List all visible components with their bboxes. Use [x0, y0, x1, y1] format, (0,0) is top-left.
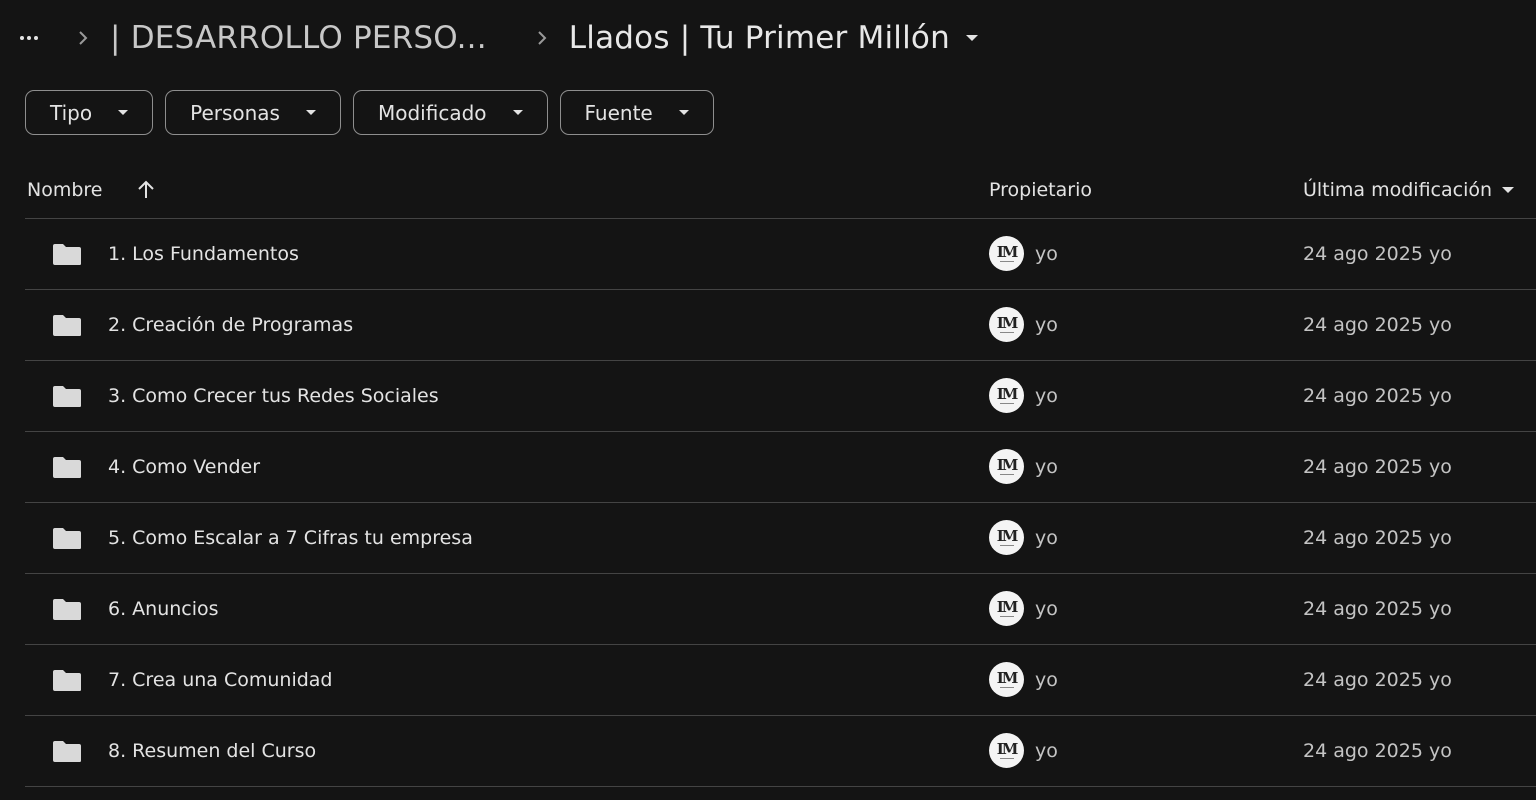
- breadcrumb-current-folder[interactable]: Llados | Tu Primer Millón: [569, 20, 978, 56]
- file-name: 2. Creación de Programas: [108, 314, 354, 336]
- folder-icon: [52, 314, 82, 341]
- filter-label: Tipo: [50, 100, 93, 125]
- modified-date: 24 ago 2025 yo: [1303, 314, 1452, 336]
- filter-label: Modificado: [377, 100, 487, 125]
- filter-tipo[interactable]: Tipo: [25, 90, 154, 135]
- owner-name: yo: [1035, 669, 1058, 691]
- table-row[interactable]: 2. Creación de Programas IM yo 24 ago 2025 …: [25, 290, 1536, 361]
- table-row[interactable]: 1. Los Fundamentos IM yo 24 ago 2025 yo: [25, 219, 1536, 290]
- column-header-name[interactable]: Nombre: [27, 162, 155, 218]
- caret-down-icon: [305, 110, 316, 115]
- breadcrumb-current-label: Llados | Tu Primer Millón: [568, 20, 950, 56]
- arrow-up-icon[interactable]: [137, 180, 155, 200]
- filter-bar: Tipo Personas Modificado Fuente: [25, 90, 714, 135]
- avatar: IM: [989, 307, 1024, 342]
- modified-date: 24 ago 2025 yo: [1303, 598, 1452, 620]
- caret-down-icon: [678, 110, 689, 115]
- file-name: 3. Como Crecer tus Redes Sociales: [108, 385, 439, 407]
- chevron-right-icon: [78, 30, 88, 46]
- file-name: 7. Crea una Comunidad: [108, 669, 333, 691]
- table-row[interactable]: 7. Crea una Comunidad IM yo 24 ago 2025 yo: [25, 645, 1536, 716]
- caret-down-icon: [1502, 187, 1515, 193]
- avatar: IM: [989, 378, 1024, 413]
- file-list: 1. Los Fundamentos IM yo 24 ago 2025 yo 2. C…: [25, 219, 1536, 787]
- modified-date: 24 ago 2025 yo: [1303, 740, 1452, 762]
- more-options-icon[interactable]: [20, 36, 48, 40]
- avatar: IM: [989, 662, 1024, 697]
- owner-name: yo: [1035, 598, 1058, 620]
- caret-down-icon: [512, 110, 523, 115]
- filter-label: Personas: [190, 100, 280, 125]
- avatar: IM: [989, 591, 1024, 626]
- column-label: Propietario: [989, 179, 1092, 201]
- filter-modificado[interactable]: Modificado: [352, 90, 548, 135]
- folder-icon: [52, 740, 82, 767]
- table-row[interactable]: 8. Resumen del Curso IM yo 24 ago 2025 yo: [25, 716, 1536, 787]
- modified-date: 24 ago 2025 yo: [1303, 456, 1452, 478]
- avatar: IM: [989, 520, 1024, 555]
- modified-date: 24 ago 2025 yo: [1303, 243, 1452, 265]
- owner-name: yo: [1035, 527, 1058, 549]
- owner-name: yo: [1035, 314, 1058, 336]
- modified-date: 24 ago 2025 yo: [1303, 385, 1452, 407]
- filter-personas[interactable]: Personas: [165, 90, 341, 135]
- file-name: 1. Los Fundamentos: [108, 243, 299, 265]
- owner-name: yo: [1035, 243, 1058, 265]
- filter-fuente[interactable]: Fuente: [559, 90, 714, 135]
- filter-label: Fuente: [584, 100, 653, 125]
- column-label: Última modificación: [1303, 179, 1493, 201]
- breadcrumb: | DESARROLLO PERSO... Llados | Tu Primer…: [20, 0, 978, 76]
- chevron-right-icon: [537, 30, 547, 46]
- folder-icon: [52, 669, 82, 696]
- modified-date: 24 ago 2025 yo: [1303, 669, 1452, 691]
- avatar: IM: [989, 449, 1024, 484]
- folder-icon: [52, 385, 82, 412]
- caret-down-icon: [965, 35, 978, 41]
- file-name: 8. Resumen del Curso: [108, 740, 317, 762]
- modified-date: 24 ago 2025 yo: [1303, 527, 1452, 549]
- caret-down-icon: [118, 110, 129, 115]
- folder-icon: [52, 527, 82, 554]
- file-name: 5. Como Escalar a 7 Cifras tu empresa: [108, 527, 473, 549]
- column-label: Nombre: [27, 179, 103, 201]
- table-row[interactable]: 4. Como Vender IM yo 24 ago 2025 yo: [25, 432, 1536, 503]
- column-header-owner: Propietario: [989, 162, 1092, 218]
- folder-icon: [52, 456, 82, 483]
- folder-icon: [52, 598, 82, 625]
- owner-name: yo: [1035, 385, 1058, 407]
- avatar: IM: [989, 733, 1024, 768]
- breadcrumb-parent[interactable]: | DESARROLLO PERSO...: [110, 20, 487, 56]
- table-row[interactable]: 3. Como Crecer tus Redes Sociales IM yo 24 …: [25, 361, 1536, 432]
- file-name: 4. Como Vender: [108, 456, 261, 478]
- owner-name: yo: [1035, 740, 1058, 762]
- avatar: IM: [989, 236, 1024, 271]
- table-header: Nombre Propietario Última modificación: [25, 162, 1536, 219]
- owner-name: yo: [1035, 456, 1058, 478]
- file-name: 6. Anuncios: [108, 598, 219, 620]
- table-row[interactable]: 6. Anuncios IM yo 24 ago 2025 yo: [25, 574, 1536, 645]
- column-header-modified[interactable]: Última modificación: [1303, 162, 1515, 218]
- table-row[interactable]: 5. Como Escalar a 7 Cifras tu empresa IM y…: [25, 503, 1536, 574]
- folder-icon: [52, 243, 82, 270]
